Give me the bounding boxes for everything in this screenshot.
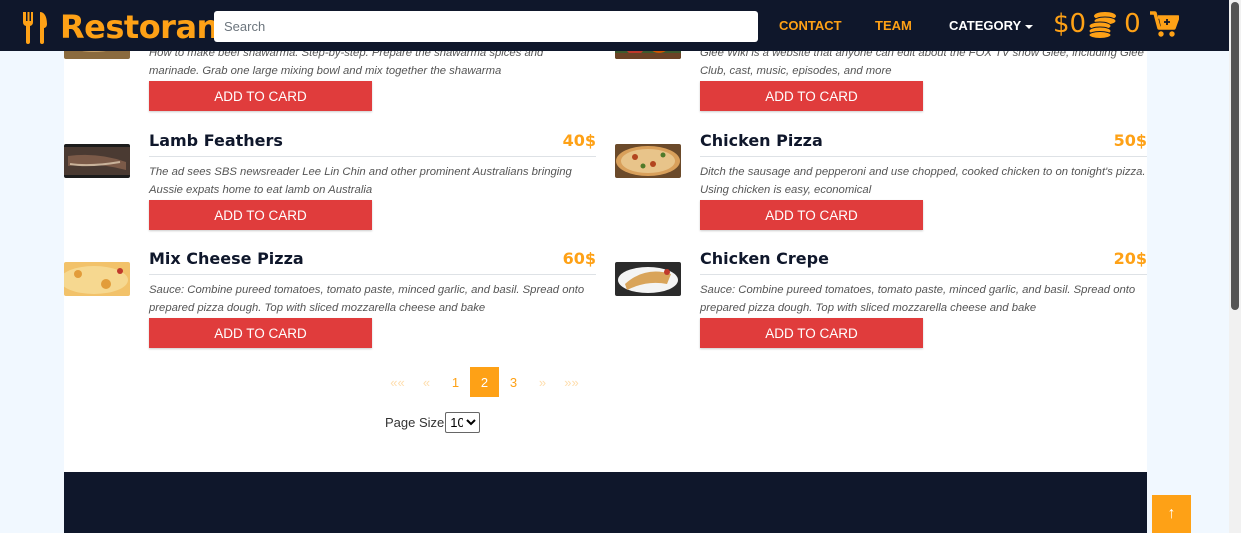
search-input[interactable]: [214, 11, 758, 42]
add-to-card-button[interactable]: ADD TO CARD: [700, 318, 923, 348]
pagination: «« « 1 2 3 » »»: [383, 367, 586, 397]
page-button-2[interactable]: 2: [470, 367, 499, 397]
nav-category-label: CATEGORY: [949, 18, 1022, 33]
shopping-cart-icon: [1149, 11, 1179, 37]
utensils-icon: [22, 12, 47, 44]
page-size-select[interactable]: 10: [445, 412, 481, 433]
menu-item: Mix Cheese Pizza 60$ Sauce: Combine pure…: [64, 170, 596, 348]
item-price: 60$: [562, 249, 596, 268]
item-name: Mix Cheese Pizza: [149, 249, 304, 268]
menu-section: How to make beef shawarma. Step-by-step.…: [64, 25, 1147, 472]
menu-item: Chicken Pizza 50$ Ditch the sausage and …: [615, 52, 1147, 230]
cart-count: 0: [1124, 9, 1141, 39]
item-name: Lamb Feathers: [149, 131, 283, 150]
crepe-image: [615, 262, 681, 296]
coins-icon: [1088, 12, 1117, 39]
page-scrollbar[interactable]: [1229, 0, 1241, 533]
item-name: Chicken Pizza: [700, 131, 823, 150]
caret-down-icon: [1025, 24, 1034, 29]
back-to-top-button[interactable]: ↑: [1152, 495, 1191, 533]
page-size-label: Page Size: [385, 415, 445, 430]
page-button-3[interactable]: 3: [499, 367, 528, 397]
brand-name: Restoran: [60, 8, 219, 46]
item-price: 20$: [1113, 249, 1147, 268]
item-divider: [700, 274, 1147, 275]
scrollbar-thumb[interactable]: [1231, 2, 1239, 310]
cheese-pizza-image: [64, 262, 130, 296]
prev-page-button[interactable]: «: [412, 367, 441, 397]
brand-logo[interactable]: Restoran: [20, 8, 219, 46]
nav-contact[interactable]: CONTACT: [779, 18, 842, 33]
arrow-up-icon: ↑: [1167, 505, 1176, 522]
page-size-control: Page Size 10: [385, 412, 481, 433]
add-to-card-button[interactable]: ADD TO CARD: [149, 318, 372, 348]
cart-total: $0: [1053, 9, 1087, 39]
item-divider: [149, 274, 596, 275]
item-description: Sauce: Combine pureed tomatoes, tomato p…: [700, 284, 1136, 314]
item-price: 50$: [1113, 131, 1147, 150]
footer: [64, 472, 1147, 533]
page-button-1[interactable]: 1: [441, 367, 470, 397]
menu-item: Lamb Feathers 40$ The ad sees SBS newsre…: [64, 52, 596, 230]
first-page-button[interactable]: ««: [383, 367, 412, 397]
nav-team[interactable]: TEAM: [875, 18, 912, 33]
item-price: 40$: [562, 131, 596, 150]
item-name: Chicken Crepe: [700, 249, 829, 268]
last-page-button[interactable]: »»: [557, 367, 586, 397]
next-page-button[interactable]: »: [528, 367, 557, 397]
item-description: Sauce: Combine pureed tomatoes, tomato p…: [149, 284, 585, 314]
menu-item: Chicken Crepe 20$ Sauce: Combine pureed …: [615, 170, 1147, 348]
navbar: Restoran CONTACT TEAM CATEGORY $0 0: [0, 0, 1229, 51]
cart-summary[interactable]: $0 0: [1053, 9, 1179, 39]
item-divider: [149, 156, 596, 157]
item-divider: [700, 156, 1147, 157]
nav-category-dropdown[interactable]: CATEGORY: [949, 18, 1034, 33]
